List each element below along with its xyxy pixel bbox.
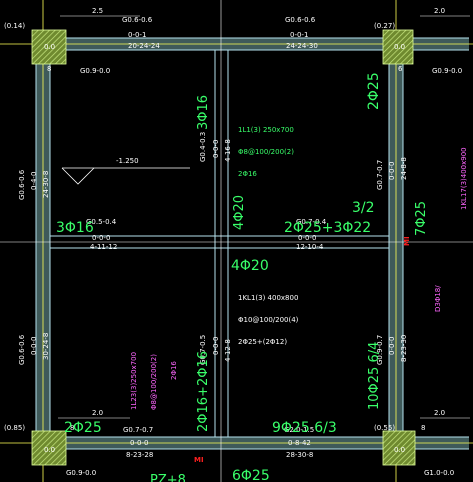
mid-right-beam-bottom: 12-10-4	[296, 243, 324, 251]
elevation-text: -1.250	[116, 157, 139, 165]
rebar-2d25-3d22: 2Φ25+3Φ22	[284, 220, 371, 236]
right-vertical-bottom: 24-8-8	[400, 157, 408, 180]
column-tag-bottom-right: (0.55)	[374, 424, 395, 432]
column-label-bottom-right: 0.0	[394, 446, 405, 454]
beam-1kl1-line1: 1KL1(3) 400x800	[238, 294, 298, 302]
bottom-left-beam-top: 0-0-0	[130, 439, 148, 447]
column-label-top-right: 0.0	[394, 43, 405, 51]
top-right-beam-id: G0.6-0.6	[285, 16, 316, 24]
left-col-lower-top: 0-0-0	[30, 337, 38, 355]
rebar-4d20-mid: 4Φ20	[232, 195, 247, 230]
left-col-tag: G0.6-0.6	[18, 169, 26, 200]
section-marker-right: MI	[403, 236, 411, 246]
column-dim-top-right: 6	[398, 65, 403, 73]
mid-left-beam-top: 0-0-0	[92, 234, 110, 242]
bottom-right-beam-bottom: 28-30-8	[286, 451, 313, 459]
inner-left-bottom: 4-12-8	[224, 339, 232, 362]
top-dim-left: 2.5	[92, 7, 103, 15]
beam-1kl1-line2: Φ10@100/200(4)	[238, 316, 299, 324]
right-stub-tag: G0.9-0.0	[432, 67, 462, 75]
top-right-beam-top: 0-0-1	[290, 31, 308, 39]
structural-drawing-canvas: 0.0 0.0 0.0 0.0 (0.14) (0.27) (0.85) (0.…	[0, 0, 473, 482]
column-label-top-left: 0.0	[44, 43, 55, 51]
bottom-right-beam-top: 0-8-42	[288, 439, 311, 447]
rebar-2d16-2d16: 2Φ16+2Φ16	[196, 351, 211, 432]
left-col-lower-bottom: 30-24-8	[42, 333, 50, 360]
left-col-lower-tag: G0.6-0.6	[18, 334, 26, 365]
rebar-7d25: 7Φ25	[414, 201, 429, 236]
beam-1l23-line3: 2Φ16	[170, 361, 178, 380]
rebar-2d25-right: 2Φ25	[366, 72, 382, 110]
right-vertical-top: 0-0-0	[388, 162, 396, 180]
column-tag-top-right: (0.27)	[374, 22, 395, 30]
left-stub-tag: G0.9-0.0	[80, 67, 110, 75]
rebar-2d25-bottom: 2Φ25	[64, 420, 102, 436]
rebar-9d25: 9Φ25 6/3	[272, 420, 337, 436]
beam-1l23-line1: 1L23(3)250x700	[130, 352, 138, 410]
right-lower-bottom: 8-23-30	[400, 335, 408, 362]
column-label-bottom-left: 0.0	[44, 446, 55, 454]
column-tag-bottom-left: (0.85)	[4, 424, 25, 432]
rebar-6d25: 6Φ25	[232, 468, 270, 482]
center-vertical-tag: G0.4-0.3	[199, 132, 207, 162]
top-left-beam-id: G0.6-0.6	[122, 16, 153, 24]
beam-1l1-line1: 1L1(3) 250x700	[238, 126, 294, 134]
bottom-right-stub-tag: G1.0-0.0	[424, 469, 454, 477]
center-vertical-bottom: 4-16-8	[224, 139, 232, 162]
mid-left-beam-bottom: 4-11-12	[90, 243, 117, 251]
beam-1kl17-line1: 1KL17(3)400x900	[460, 147, 468, 210]
bottom-left-beam-id: G0.7-0.7	[123, 426, 153, 434]
inner-left-top: 0-0-0	[212, 337, 220, 355]
beam-1kl1-line3: 2Φ25+(2Φ12)	[238, 338, 287, 346]
column-dim-bottom-right: 8	[421, 424, 425, 432]
column-dim-top-left: 8	[47, 65, 51, 73]
top-dim-right: 2.0	[434, 7, 445, 15]
top-left-beam-top: 0-0-1	[128, 31, 146, 39]
bottom-dim-left: 2.0	[92, 409, 103, 417]
beam-d3-line1: D3Φ18/	[434, 285, 442, 312]
bottom-left-stub-tag: G0.9-0.0	[66, 469, 96, 477]
right-lower-top: 0-0-0	[388, 337, 396, 355]
top-right-beam-bottom: 24-24-30	[286, 42, 318, 50]
column-tag-top-left: (0.14)	[4, 22, 25, 30]
rebar-3d16-left: 3Φ16	[56, 220, 94, 236]
beam-1l1-line3: 2Φ16	[238, 170, 257, 178]
left-col-bottom-tag: 24-30-8	[42, 171, 50, 198]
rebar-4d20-lower: 4Φ20	[231, 258, 269, 274]
center-vertical-top: 0-0-0	[212, 140, 220, 158]
rebar-10d25: 10Φ25 6/4	[367, 342, 382, 410]
beam-1l1-line2: Φ8@100/200(2)	[238, 148, 294, 156]
bottom-left-beam-bottom: 8-23-28	[126, 451, 153, 459]
bottom-dim-right: 2.0	[434, 409, 445, 417]
top-left-beam-bottom: 20-24-24	[128, 42, 160, 50]
rebar-pz: PZ+8	[150, 473, 186, 482]
left-col-top-tag: 0-4-0	[30, 172, 38, 190]
rebar-3d16-top: 3Φ16	[196, 95, 211, 130]
section-marker-bottom: MI	[194, 456, 204, 464]
right-vertical-tag: G0.7-0.7	[376, 160, 384, 190]
beam-1l23-line2: Φ8@100/200(2)	[150, 354, 158, 410]
rebar-3-2: 3/2	[352, 200, 375, 216]
